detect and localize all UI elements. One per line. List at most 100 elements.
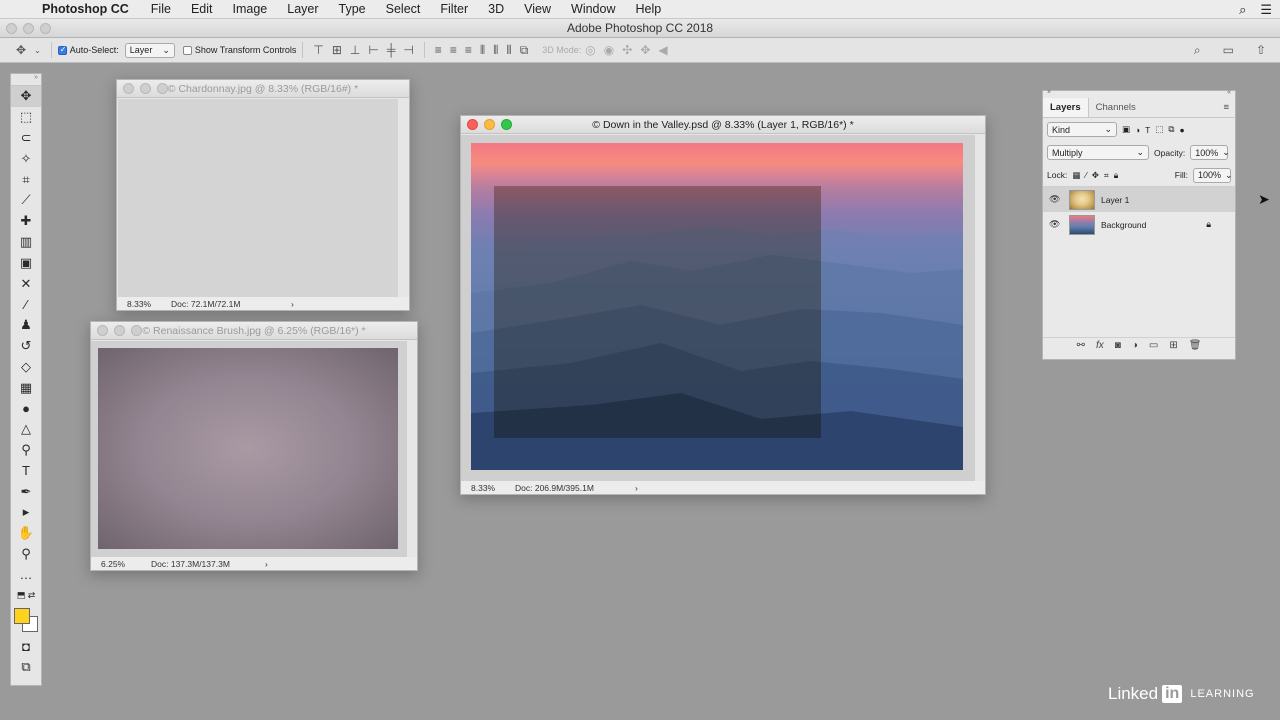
menu-help[interactable]: Help: [636, 2, 662, 16]
magic-wand-tool-icon[interactable]: ✧: [11, 148, 41, 169]
spot-healing-tool-icon[interactable]: ✚: [11, 211, 41, 232]
fill-input[interactable]: 100% ⌄: [1193, 167, 1233, 183]
search-icon[interactable]: ⌕: [1194, 43, 1201, 58]
layer-lock-icon[interactable]: 🔒︎: [1206, 219, 1211, 230]
zoom-icon[interactable]: [131, 325, 142, 336]
doc-title-bar[interactable]: © Down in the Valley.psd @ 8.33% (Layer …: [461, 116, 985, 134]
filter-adjustment-icon[interactable]: ◑: [1135, 125, 1140, 135]
3d-roll-icon[interactable]: ◉: [604, 43, 614, 57]
minimize-icon[interactable]: [484, 119, 495, 130]
doc-window-chardonnay[interactable]: © Chardonnay.jpg @ 8.33% (RGB/16#) * 8.3…: [116, 79, 410, 311]
opacity-input[interactable]: 100% ⌄: [1190, 145, 1230, 160]
zoom-icon[interactable]: [157, 83, 168, 94]
close-icon[interactable]: [6, 23, 17, 34]
filter-shape-icon[interactable]: ⬚: [1155, 124, 1163, 135]
spotlight-search-icon[interactable]: ⌕: [1239, 2, 1246, 18]
eyedropper-tool-icon[interactable]: ⟋: [11, 190, 41, 211]
menu-select[interactable]: Select: [386, 2, 421, 16]
type-tool-icon[interactable]: T: [11, 460, 41, 481]
tab-layers[interactable]: Layers: [1043, 98, 1089, 117]
add-mask-icon[interactable]: ◙: [1115, 340, 1121, 353]
3d-drag-icon[interactable]: ✣: [622, 43, 632, 57]
sharpen-tool-icon[interactable]: △: [11, 419, 41, 440]
app-window-controls[interactable]: [6, 23, 51, 34]
new-group-folder-icon[interactable]: ▭: [1149, 340, 1158, 353]
distribute-hcenter-icon[interactable]: ⦀: [493, 43, 498, 58]
close-icon[interactable]: [123, 83, 134, 94]
close-icon[interactable]: [97, 325, 108, 336]
gradient-tool-icon[interactable]: ▦: [11, 377, 41, 398]
filter-smart-object-icon[interactable]: ⧉: [1168, 124, 1174, 135]
menu-3d[interactable]: 3D: [488, 2, 504, 16]
layer-name[interactable]: Layer 1: [1101, 195, 1235, 205]
kind-filter-dropdown[interactable]: Kind ⌄: [1047, 122, 1117, 137]
align-bottom-icon[interactable]: ⊥: [350, 43, 360, 57]
visibility-eye-icon[interactable]: 👁︎: [1049, 194, 1067, 205]
foreground-color-swatch[interactable]: [14, 607, 30, 624]
path-selection-tool-icon[interactable]: ▸: [11, 502, 41, 523]
align-top-icon[interactable]: ⊤: [313, 43, 323, 57]
minimize-icon[interactable]: [114, 325, 125, 336]
menu-app-name[interactable]: Photoshop CC: [42, 2, 129, 16]
distribute-left-icon[interactable]: ⦀: [480, 43, 485, 58]
layer-row-background[interactable]: 👁︎ Background 🔒︎: [1043, 212, 1235, 237]
visibility-eye-icon[interactable]: 👁︎: [1049, 219, 1067, 230]
quick-mask-icon[interactable]: ◘: [11, 636, 41, 657]
auto-align-icon[interactable]: ⧉: [520, 43, 529, 58]
menu-window[interactable]: Window: [571, 2, 615, 16]
patch-tool-icon[interactable]: ▣: [11, 252, 41, 273]
bandaid-tool-icon[interactable]: ▥: [11, 232, 41, 253]
chevron-right-icon[interactable]: ›: [635, 483, 638, 493]
doc-canvas[interactable]: [98, 348, 398, 549]
align-vertical-center-icon[interactable]: ⊞: [332, 43, 342, 57]
menu-file[interactable]: File: [151, 2, 171, 16]
close-icon[interactable]: [467, 119, 478, 130]
align-horizontal-center-icon[interactable]: ╪: [387, 43, 396, 57]
new-layer-icon[interactable]: ⊞: [1169, 340, 1177, 353]
chevron-right-icon[interactable]: ›: [265, 559, 268, 569]
zoom-level[interactable]: 8.33%: [461, 483, 515, 493]
blur-tool-icon[interactable]: ●: [11, 398, 41, 419]
zoom-icon[interactable]: [40, 23, 51, 34]
default-colors-icon[interactable]: ⬒ ⇄: [11, 585, 41, 606]
3d-slide-icon[interactable]: ✥: [640, 43, 650, 57]
share-icon[interactable]: ⇧: [1256, 43, 1266, 58]
collapse-panel-icon[interactable]: «: [1227, 89, 1231, 96]
menu-image[interactable]: Image: [233, 2, 268, 16]
doc-title-bar[interactable]: © Chardonnay.jpg @ 8.33% (RGB/16#) *: [117, 80, 409, 98]
menu-view[interactable]: View: [524, 2, 551, 16]
lock-image-icon[interactable]: ∕: [1085, 170, 1086, 180]
panel-menu-icon[interactable]: ≡: [1217, 98, 1235, 117]
zoom-tool-icon[interactable]: ⚲: [11, 544, 41, 565]
tools-collapse-icon[interactable]: »: [11, 74, 41, 86]
brush-tool-icon[interactable]: ∕: [11, 294, 41, 315]
chevron-right-icon[interactable]: ›: [291, 299, 294, 309]
screen-mode-icon[interactable]: ⧉: [11, 657, 41, 678]
doc-window-valley[interactable]: © Down in the Valley.psd @ 8.33% (Layer …: [460, 115, 986, 495]
lock-position-icon[interactable]: ✥: [1092, 170, 1099, 181]
content-aware-move-icon[interactable]: ✕: [11, 273, 41, 294]
minimize-icon[interactable]: [140, 83, 151, 94]
tab-channels[interactable]: Channels: [1089, 98, 1143, 117]
hand-tool-icon[interactable]: ✋: [11, 523, 41, 544]
menu-layer[interactable]: Layer: [287, 2, 318, 16]
3d-orbit-icon[interactable]: ◎: [585, 43, 595, 57]
doc-title-bar[interactable]: © Renaissance Brush.jpg @ 6.25% (RGB/16*…: [91, 322, 417, 340]
delete-layer-trash-icon[interactable]: 🗑︎: [1189, 340, 1202, 353]
close-panel-icon[interactable]: ×: [1047, 89, 1051, 96]
distribute-bottom-icon[interactable]: ≡: [465, 43, 472, 57]
tool-preset-dropdown-icon[interactable]: ⌄: [34, 46, 41, 55]
crop-tool-icon[interactable]: ⌗: [11, 169, 41, 190]
filter-type-icon[interactable]: T: [1145, 125, 1150, 135]
menu-edit[interactable]: Edit: [191, 2, 213, 16]
lasso-tool-icon[interactable]: ⊂: [11, 128, 41, 149]
blend-mode-dropdown[interactable]: Multiply ⌄: [1047, 145, 1149, 160]
3d-scale-icon[interactable]: ◀: [658, 43, 667, 57]
new-adjustment-layer-icon[interactable]: ◑: [1132, 340, 1138, 353]
workspace-icon[interactable]: ▭: [1223, 43, 1234, 58]
link-layers-icon[interactable]: ⚯: [1077, 340, 1085, 353]
align-right-icon[interactable]: ⊣: [403, 43, 413, 57]
doc-window-controls[interactable]: [97, 325, 142, 336]
history-brush-tool-icon[interactable]: ↺: [11, 336, 41, 357]
distribute-top-icon[interactable]: ≡: [435, 43, 442, 57]
